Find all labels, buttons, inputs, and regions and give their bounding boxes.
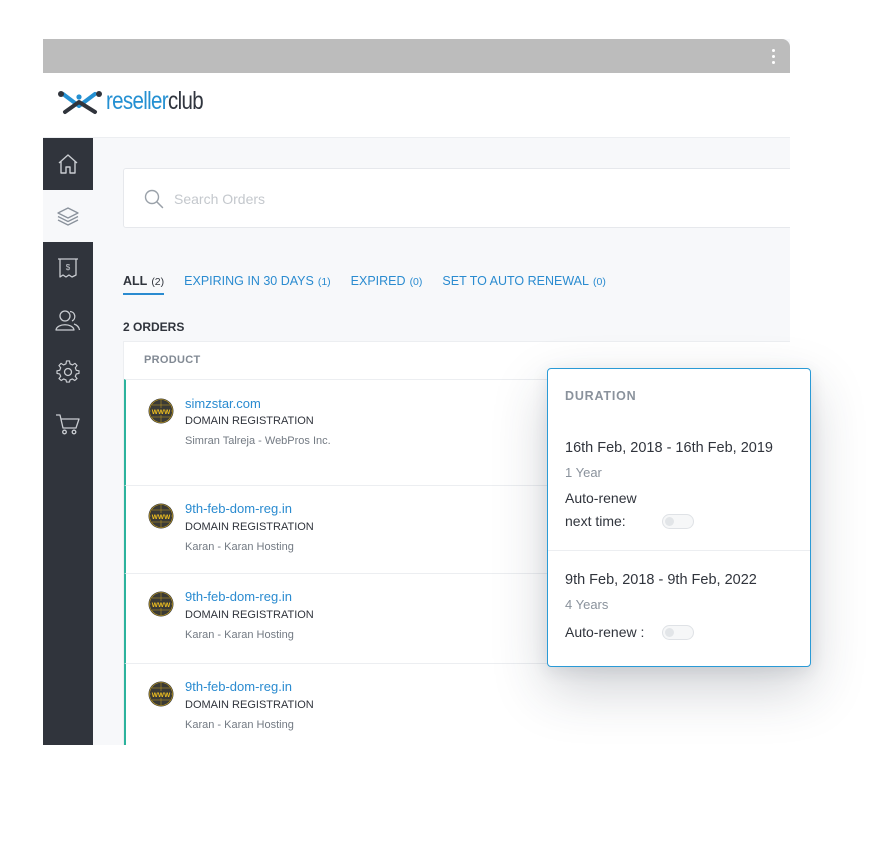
auto-renew-label: Auto-renew next time: [565, 487, 637, 533]
auto-renew-label-line2: next time: [565, 513, 626, 529]
www-globe-icon: WWW [148, 591, 174, 617]
order-customer: Karan - Karan Hosting [185, 629, 294, 641]
order-product-type: DOMAIN REGISTRATION [185, 415, 314, 427]
www-globe-icon: WWW [148, 398, 174, 424]
svg-text:WWW: WWW [152, 514, 171, 521]
cart-icon [56, 414, 80, 435]
search-input[interactable] [174, 187, 574, 211]
sidebar-item-orders[interactable] [43, 190, 93, 242]
gear-icon [56, 360, 80, 383]
order-domain-link[interactable]: 9th-feb-dom-reg.in [185, 679, 292, 694]
duration-range: 9th Feb, 2018 - 9th Feb, 2022 [565, 572, 757, 588]
order-product-type: DOMAIN REGISTRATION [185, 521, 314, 533]
layers-icon [57, 207, 79, 226]
order-product-type: DOMAIN REGISTRATION [185, 699, 314, 711]
order-customer: Simran Talreja - WebPros Inc. [185, 435, 331, 447]
auto-renew-label: Auto-renew : [565, 624, 645, 640]
search-box [123, 168, 790, 228]
search-icon [144, 189, 164, 209]
column-header-product: PRODUCT [144, 354, 201, 366]
popover-divider [548, 550, 810, 551]
home-icon [58, 154, 78, 174]
svg-text:WWW: WWW [152, 602, 171, 609]
billing-icon: $ [58, 258, 78, 278]
sidebar-item-settings[interactable] [43, 346, 93, 398]
order-domain-link[interactable]: 9th-feb-dom-reg.in [185, 589, 292, 604]
order-customer: Karan - Karan Hosting [185, 719, 294, 731]
app-header: resellerclub [43, 73, 790, 138]
sidebar-item-customers[interactable] [43, 294, 93, 346]
logo-mark-icon [58, 90, 102, 114]
order-domain-link[interactable]: 9th-feb-dom-reg.in [185, 501, 292, 516]
sidebar: $ [43, 138, 93, 745]
svg-text:$: $ [66, 263, 71, 272]
sidebar-item-cart[interactable] [43, 398, 93, 450]
window-titlebar [43, 39, 790, 73]
order-domain-link[interactable]: simzstar.com [185, 396, 261, 411]
sidebar-item-home[interactable] [43, 138, 93, 190]
auto-renew-toggle[interactable] [662, 625, 694, 640]
order-product-type: DOMAIN REGISTRATION [185, 609, 314, 621]
duration-popover: DURATION 16th Feb, 2018 - 16th Feb, 2019… [547, 368, 811, 667]
www-globe-icon: WWW [148, 503, 174, 529]
order-filter-tabs: ALL (2) EXPIRING IN 30 DAYS (1) EXPIRED (0)… [123, 274, 606, 295]
users-icon [55, 310, 81, 331]
tab-expired[interactable]: EXPIRED (0) [351, 274, 423, 295]
table-row[interactable]: WWW 9th-feb-dom-reg.in DOMAIN REGISTRATI… [124, 663, 790, 745]
more-menu-icon[interactable] [772, 49, 776, 64]
svg-text:WWW: WWW [152, 409, 171, 416]
order-customer: Karan - Karan Hosting [185, 541, 294, 553]
orders-count: 2 ORDERS [123, 320, 185, 334]
tab-expiring-30-days[interactable]: EXPIRING IN 30 DAYS (1) [184, 274, 331, 295]
tab-auto-renewal[interactable]: SET TO AUTO RENEWAL (0) [442, 274, 605, 295]
duration-range: 16th Feb, 2018 - 16th Feb, 2019 [565, 440, 773, 456]
resellerclub-logo[interactable]: resellerclub [57, 87, 224, 116]
auto-renew-toggle[interactable] [662, 514, 694, 529]
duration-header: DURATION [565, 389, 637, 403]
duration-years: 1 Year [565, 465, 602, 480]
sidebar-item-billing[interactable]: $ [43, 242, 93, 294]
tab-all[interactable]: ALL (2) [123, 274, 165, 295]
duration-years: 4 Years [565, 597, 609, 612]
svg-text:WWW: WWW [152, 692, 171, 699]
auto-renew-label-line1: Auto-renew [565, 490, 637, 506]
logo-text: resellerclub [106, 87, 204, 115]
www-globe-icon: WWW [148, 681, 174, 707]
